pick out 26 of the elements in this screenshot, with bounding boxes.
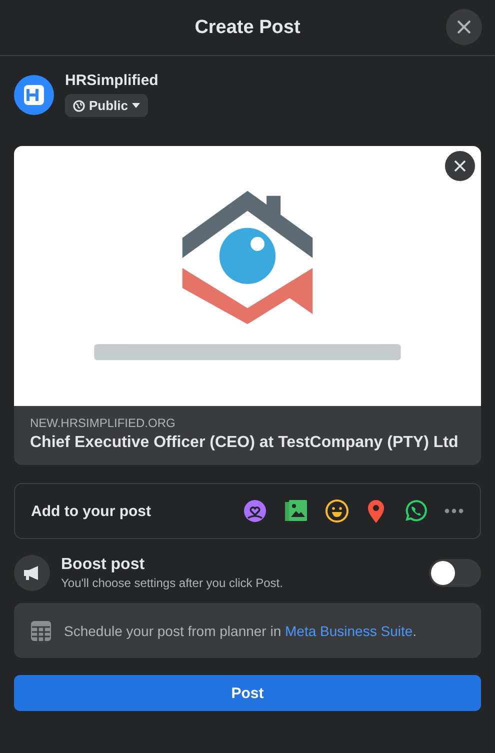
author-name: HRSimplified [65,72,158,89]
boost-subtitle: You'll choose settings after you click Post. [61,576,284,590]
boost-title: Boost post [61,556,146,574]
globe-icon [73,100,85,112]
audience-button[interactable]: Public [65,94,148,117]
boost-toggle[interactable] [429,559,481,587]
photo-icon[interactable] [284,499,308,523]
smiley-icon[interactable] [325,499,349,523]
link-title: Chief Executive Officer (CEO) at TestCompany (PTY) Ltd [30,433,460,453]
megaphone-icon [14,555,50,591]
calendar-icon [30,620,52,642]
add-to-post-label: Add to your post [31,502,151,520]
meta-business-suite-link[interactable]: Meta Business Suite [285,622,413,638]
location-pin-icon[interactable] [366,499,386,523]
chat-phone-icon[interactable] [403,499,427,523]
link-domain: NEW.HRSIMPLIFIED.ORG [30,416,176,430]
close-icon [454,160,466,172]
more-icon[interactable] [444,508,464,514]
dialog-title: Create Post [194,16,300,38]
close-icon [456,19,472,35]
link-preview-card[interactable]: NEW.HRSIMPLIFIED.ORG Chief Executive Officer (CEO) at TestCompany (PTY) Ltd [14,146,481,465]
close-button[interactable] [446,9,482,45]
post-button[interactable]: Post [14,675,481,711]
schedule-text: Schedule your post from planner in Meta Business Suite. [64,622,417,638]
caret-icon [132,102,140,108]
avatar-icon [14,74,54,114]
